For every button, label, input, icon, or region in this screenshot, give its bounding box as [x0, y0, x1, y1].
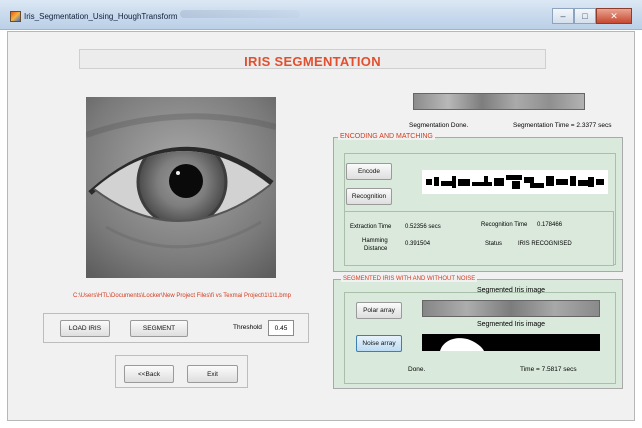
hamming-value: 0.391504 [405, 241, 431, 247]
iris-code-image [422, 170, 608, 194]
threshold-label: Threshold [233, 324, 262, 331]
back-button[interactable]: <<Back [124, 365, 174, 383]
polar-array-button[interactable]: Polar array [356, 302, 402, 319]
threshold-input[interactable]: 0.45 [268, 320, 294, 336]
segmented-label-top: Segmented Iris image [476, 287, 546, 294]
noise-array-image [422, 334, 600, 351]
noise-array-button[interactable]: Noise array [356, 335, 402, 352]
segment-button[interactable]: SEGMENT [130, 320, 188, 337]
iris-code-graphic [426, 175, 604, 189]
noise-mask-graphic [440, 338, 484, 351]
segmented-label-bottom: Segmented Iris image [476, 321, 546, 328]
done-status: Done. [408, 366, 426, 373]
segmentation-status: Segmentation Done. [409, 122, 469, 129]
eye-image [86, 97, 276, 278]
page-title: IRIS SEGMENTATION [244, 54, 381, 69]
titlebar-blur [180, 10, 300, 18]
segmented-panel-title: SEGMENTED IRIS WITH AND WITHOUT NOISE [341, 276, 478, 282]
segmentation-time: Segmentation Time = 2.3377 secs [513, 122, 612, 129]
status-label: Status [485, 241, 503, 247]
extraction-time-label: Extraction Time [350, 224, 392, 230]
window-controls: – □ ✕ [552, 8, 632, 24]
polar-array-image [422, 300, 600, 317]
maximize-button[interactable]: □ [574, 8, 596, 24]
minimize-button[interactable]: – [552, 8, 574, 24]
recognition-time-value: 0.178466 [537, 222, 563, 228]
extraction-time-value: 0.52356 secs [405, 224, 441, 230]
matlab-app-icon [10, 11, 21, 22]
encoding-panel-title: ENCODING AND MATCHING [338, 133, 435, 140]
hamming-label-line1: Hamming [362, 238, 388, 244]
exit-button[interactable]: Exit [187, 365, 238, 383]
recognition-button[interactable]: Recognition [346, 188, 392, 205]
eye-image-graphic [86, 97, 276, 278]
status-value: IRIS RECOGNISED [518, 241, 572, 247]
encode-button[interactable]: Encode [346, 163, 392, 180]
window-title: Iris_Segmentation_Using_HoughTransform [24, 12, 178, 21]
file-path-label: C:\Users\HTL\Documents\Locker\New Projec… [73, 293, 291, 299]
segmented-time: Time = 7.5817 secs [520, 366, 577, 373]
title-box: IRIS SEGMENTATION [79, 49, 546, 69]
hamming-label-line2: Distance [364, 246, 388, 252]
load-iris-button[interactable]: LOAD IRIS [60, 320, 110, 337]
close-button[interactable]: ✕ [596, 8, 632, 24]
window-titlebar: Iris_Segmentation_Using_HoughTransform –… [0, 0, 642, 30]
recognition-time-label: Recognition Time [481, 222, 528, 228]
segmented-iris-preview [413, 93, 585, 110]
